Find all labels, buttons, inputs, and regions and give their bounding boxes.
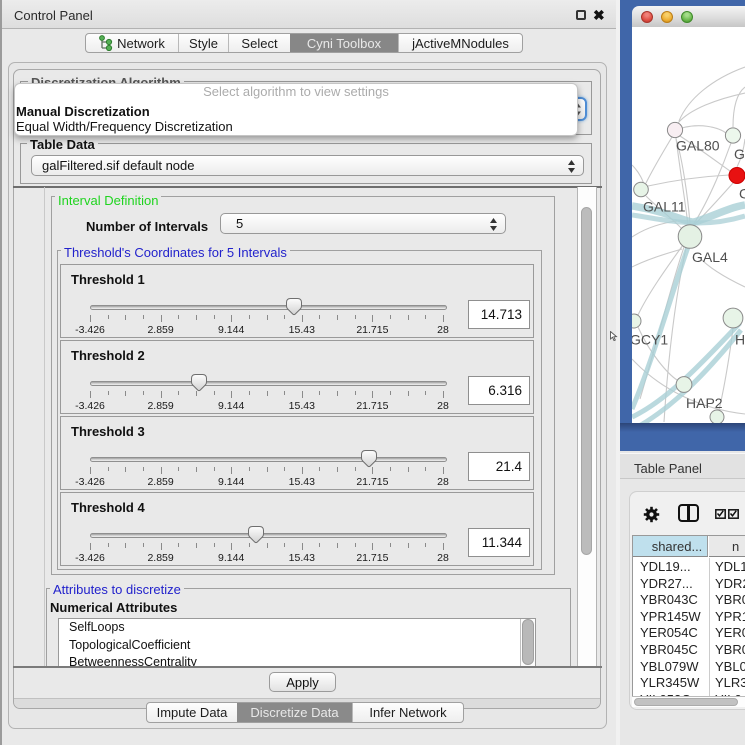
svg-text:GAL4: GAL4 <box>692 249 728 265</box>
svg-text:GAL11: GAL11 <box>643 199 686 215</box>
svg-text:H: H <box>735 332 745 348</box>
svg-text:GAL80: GAL80 <box>676 138 720 154</box>
svg-text:C: C <box>739 186 745 202</box>
svg-text:HAP2: HAP2 <box>686 395 723 411</box>
svg-text:GCY1: GCY1 <box>632 332 668 348</box>
svg-text:GA: GA <box>734 146 745 162</box>
